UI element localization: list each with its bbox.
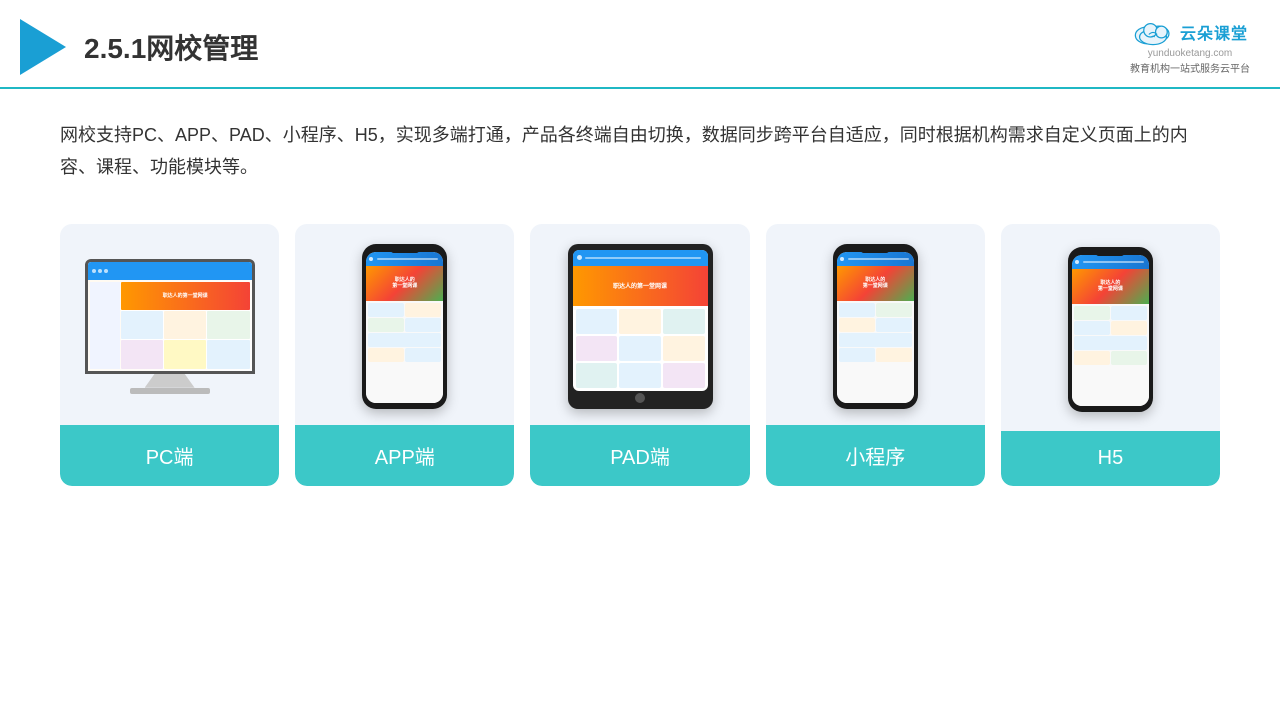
- card-miniapp-label: 小程序: [766, 425, 985, 486]
- card-miniapp-image: 职达人的第一堂网课: [766, 224, 985, 425]
- card-pc-label: PC端: [60, 425, 279, 486]
- header: 2.5.1网校管理 云朵课堂 yunduoketang.com 教育机构一站式服…: [0, 0, 1280, 89]
- card-app-label: APP端: [295, 425, 514, 486]
- cloud-icon: [1132, 18, 1174, 46]
- card-miniapp: 职达人的第一堂网课: [766, 224, 985, 486]
- h5-phone-icon: 职达人的第一堂网课: [1068, 247, 1153, 412]
- app-phone-icon: 职达人的第一堂网课: [362, 244, 447, 409]
- card-h5-image: 职达人的第一堂网课: [1001, 224, 1220, 431]
- card-h5-label: H5: [1001, 431, 1220, 486]
- brand-name: 云朵课堂: [1180, 20, 1248, 44]
- miniapp-phone-icon: 职达人的第一堂网课: [833, 244, 918, 409]
- brand-subtitle: 教育机构一站式服务云平台: [1130, 60, 1250, 75]
- card-h5: 职达人的第一堂网课: [1001, 224, 1220, 486]
- card-pc-image: 职达人的第一堂网课: [60, 224, 279, 425]
- card-pad-label: PAD端: [530, 425, 749, 486]
- brand-url: yunduoketang.com: [1148, 48, 1233, 59]
- main-content: 网校支持PC、APP、PAD、小程序、H5，实现多端打通，产品各终端自由切换，数…: [0, 89, 1280, 506]
- pad-tablet-icon: 职达人的第一堂网课: [568, 244, 713, 409]
- pc-monitor-icon: 职达人的第一堂网课: [85, 259, 255, 394]
- monitor-screen: 职达人的第一堂网课: [85, 259, 255, 374]
- card-app-image: 职达人的第一堂网课: [295, 224, 514, 425]
- description-text: 网校支持PC、APP、PAD、小程序、H5，实现多端打通，产品各终端自由切换，数…: [60, 119, 1220, 184]
- card-app: 职达人的第一堂网课: [295, 224, 514, 486]
- card-pad-image: 职达人的第一堂网课: [530, 224, 749, 425]
- card-pad: 职达人的第一堂网课: [530, 224, 749, 486]
- brand-logo: 云朵课堂: [1132, 18, 1248, 46]
- brand-area: 云朵课堂 yunduoketang.com 教育机构一站式服务云平台: [1130, 18, 1250, 75]
- header-left: 2.5.1网校管理: [20, 19, 258, 75]
- page-title: 2.5.1网校管理: [84, 27, 258, 67]
- logo-icon: [20, 19, 66, 75]
- cards-container: 职达人的第一堂网课: [60, 224, 1220, 486]
- card-pc: 职达人的第一堂网课: [60, 224, 279, 486]
